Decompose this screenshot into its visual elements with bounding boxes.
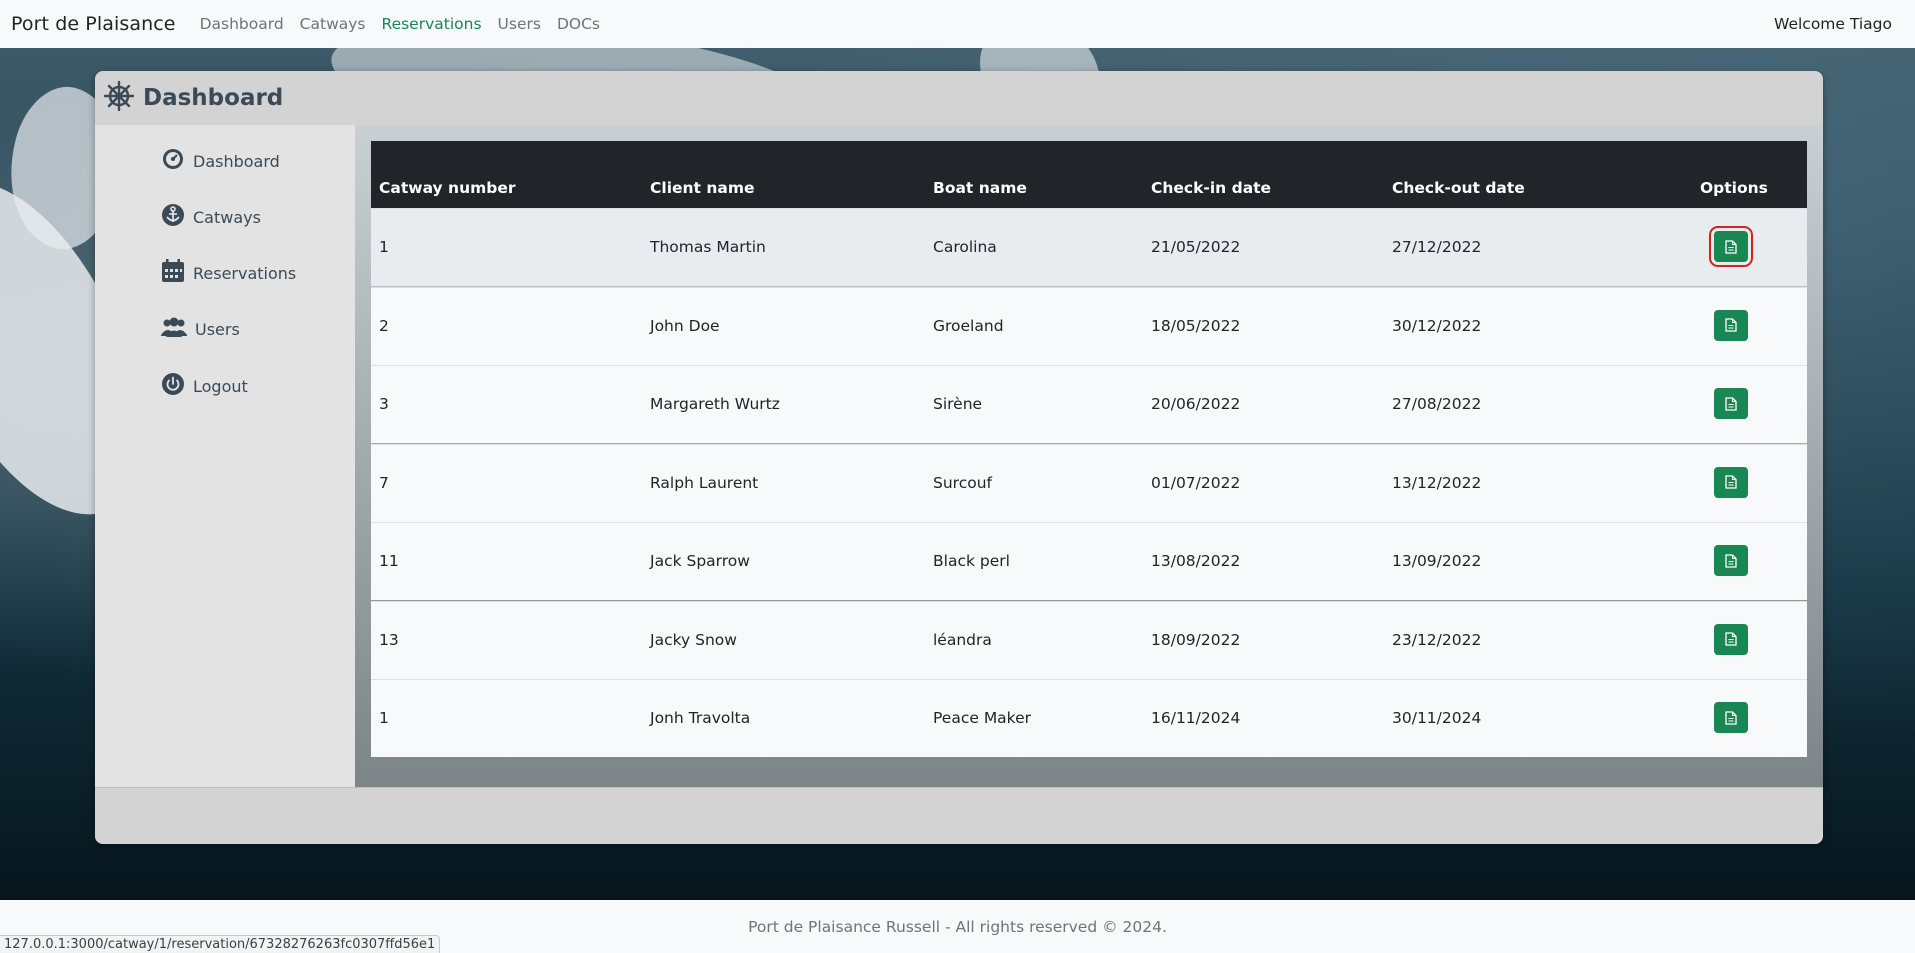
document-icon [1725, 553, 1737, 568]
cell-boat-name: Peace Maker [933, 709, 1032, 727]
gauge-icon [161, 147, 185, 175]
top-navbar: Port de Plaisance Dashboard Catways Rese… [0, 0, 1915, 48]
view-reservation-button[interactable] [1709, 226, 1753, 267]
cell-catway-number: 3 [379, 395, 389, 413]
cell-client-name: Jack Sparrow [650, 552, 750, 570]
cell-catway-number: 13 [379, 630, 399, 649]
cell-checkin-date: 18/05/2022 [1151, 316, 1241, 335]
sidebar: Dashboard Catways Reservations Users Log… [95, 125, 355, 787]
cell-client-name: Margareth Wurtz [650, 395, 780, 413]
card-title: Dashboard [143, 85, 284, 111]
document-icon [1725, 239, 1737, 254]
sidebar-item-dashboard[interactable]: Dashboard [161, 147, 280, 175]
reservations-table-panel: Catway number Client name Boat name Chec… [355, 125, 1823, 787]
sidebar-item-logout[interactable]: Logout [161, 372, 248, 400]
view-reservation-button[interactable] [1714, 545, 1748, 576]
power-icon [161, 372, 185, 400]
cell-catway-number: 1 [379, 238, 389, 256]
table-header-row: Catway number Client name Boat name Chec… [371, 141, 1807, 208]
table-row: 7 Ralph Laurent Surcouf 01/07/2022 13/12/202… [371, 443, 1807, 522]
table-row: 1 Jonh Travolta Peace Maker 16/11/2024 30/11… [371, 679, 1807, 757]
sidebar-item-label: Catways [193, 207, 261, 227]
cell-checkout-date: 27/08/2022 [1392, 395, 1482, 413]
nav-link-users[interactable]: Users [498, 15, 541, 33]
footer-copyright: Port de Plaisance Russell - All rights r… [748, 917, 1167, 936]
card-header: Dashboard [95, 71, 1823, 125]
nav-link-reservations[interactable]: Reservations [382, 15, 482, 33]
sidebar-item-label: Dashboard [193, 151, 280, 171]
cell-catway-number: 2 [379, 316, 389, 335]
cell-boat-name: Surcouf [933, 473, 992, 492]
cell-checkout-date: 30/11/2024 [1392, 709, 1482, 727]
cell-boat-name: léandra [933, 630, 992, 649]
cell-checkout-date: 23/12/2022 [1392, 630, 1482, 649]
nav-link-catways[interactable]: Catways [300, 15, 366, 33]
view-reservation-button[interactable] [1714, 388, 1748, 419]
cell-checkin-date: 18/09/2022 [1151, 630, 1241, 649]
cell-client-name: Jonh Travolta [650, 709, 751, 727]
document-icon [1725, 632, 1737, 646]
cell-catway-number: 1 [379, 709, 389, 727]
table-row: 2 John Doe Groeland 18/05/2022 30/12/2022 [371, 286, 1807, 365]
cell-checkin-date: 21/05/2022 [1151, 238, 1241, 256]
view-reservation-button[interactable] [1714, 702, 1748, 733]
nav-link-docs[interactable]: DOCs [557, 15, 600, 33]
column-header-checkout: Check-out date [1392, 179, 1525, 197]
cell-catway-number: 11 [379, 552, 399, 570]
cell-client-name: Thomas Martin [650, 238, 766, 256]
column-header-checkin: Check-in date [1151, 179, 1272, 197]
nav-link-dashboard[interactable]: Dashboard [200, 15, 284, 33]
cell-boat-name: Black perl [933, 552, 1010, 570]
users-icon [161, 315, 187, 343]
ship-wheel-icon [103, 80, 135, 116]
table-row: 11 Jack Sparrow Black perl 13/08/2022 13/09/… [371, 522, 1807, 600]
column-header-boat: Boat name [933, 179, 1027, 197]
cell-catway-number: 7 [379, 473, 389, 492]
cell-checkin-date: 13/08/2022 [1151, 552, 1241, 570]
view-reservation-button[interactable] [1714, 309, 1748, 341]
nav-links: Dashboard Catways Reservations Users DOC… [200, 15, 600, 33]
calendar-icon [161, 259, 185, 287]
sidebar-item-users[interactable]: Users [161, 315, 240, 343]
cell-boat-name: Carolina [933, 238, 997, 256]
brand-link[interactable]: Port de Plaisance [11, 13, 176, 35]
cell-client-name: John Doe [650, 316, 720, 335]
status-bar-url: 127.0.0.1:3000/catway/1/reservation/6732… [0, 935, 441, 953]
cell-checkout-date: 13/12/2022 [1392, 473, 1482, 492]
welcome-text: Welcome Tiago [1774, 15, 1892, 33]
sidebar-item-label: Logout [193, 376, 248, 396]
cell-checkin-date: 20/06/2022 [1151, 395, 1241, 413]
sidebar-item-label: Users [195, 319, 240, 339]
cell-checkout-date: 13/09/2022 [1392, 552, 1482, 570]
document-icon [1725, 318, 1737, 332]
sidebar-item-label: Reservations [193, 263, 297, 283]
column-header-client: Client name [650, 179, 755, 197]
cell-checkout-date: 30/12/2022 [1392, 316, 1482, 335]
cell-client-name: Ralph Laurent [650, 473, 759, 492]
document-icon [1725, 475, 1737, 489]
dashboard-card: Dashboard Dashboard Catways Reservations… [95, 71, 1823, 844]
cell-boat-name: Sirène [933, 395, 983, 413]
table-row: 3 Margareth Wurtz Sirène 20/06/2022 27/08/20… [371, 365, 1807, 443]
table-row: 13 Jacky Snow léandra 18/09/2022 23/12/2022 [371, 600, 1807, 679]
table-row: 1 Thomas Martin Carolina 21/05/2022 27/12/20… [371, 208, 1807, 286]
view-reservation-button[interactable] [1714, 623, 1748, 655]
column-header-catway: Catway number [379, 179, 516, 197]
cell-checkin-date: 16/11/2024 [1151, 709, 1241, 727]
card-footer [95, 787, 1823, 844]
cell-client-name: Jacky Snow [650, 630, 737, 649]
anchor-icon [161, 203, 185, 231]
document-icon [1725, 710, 1737, 725]
sidebar-item-reservations[interactable]: Reservations [161, 259, 296, 287]
view-reservation-button[interactable] [1714, 466, 1748, 498]
column-header-options: Options [1700, 179, 1768, 197]
cell-checkin-date: 01/07/2022 [1151, 473, 1241, 492]
cell-boat-name: Groeland [933, 316, 1004, 335]
sidebar-item-catways[interactable]: Catways [161, 203, 261, 231]
cell-checkout-date: 27/12/2022 [1392, 238, 1482, 256]
document-icon [1725, 396, 1737, 411]
